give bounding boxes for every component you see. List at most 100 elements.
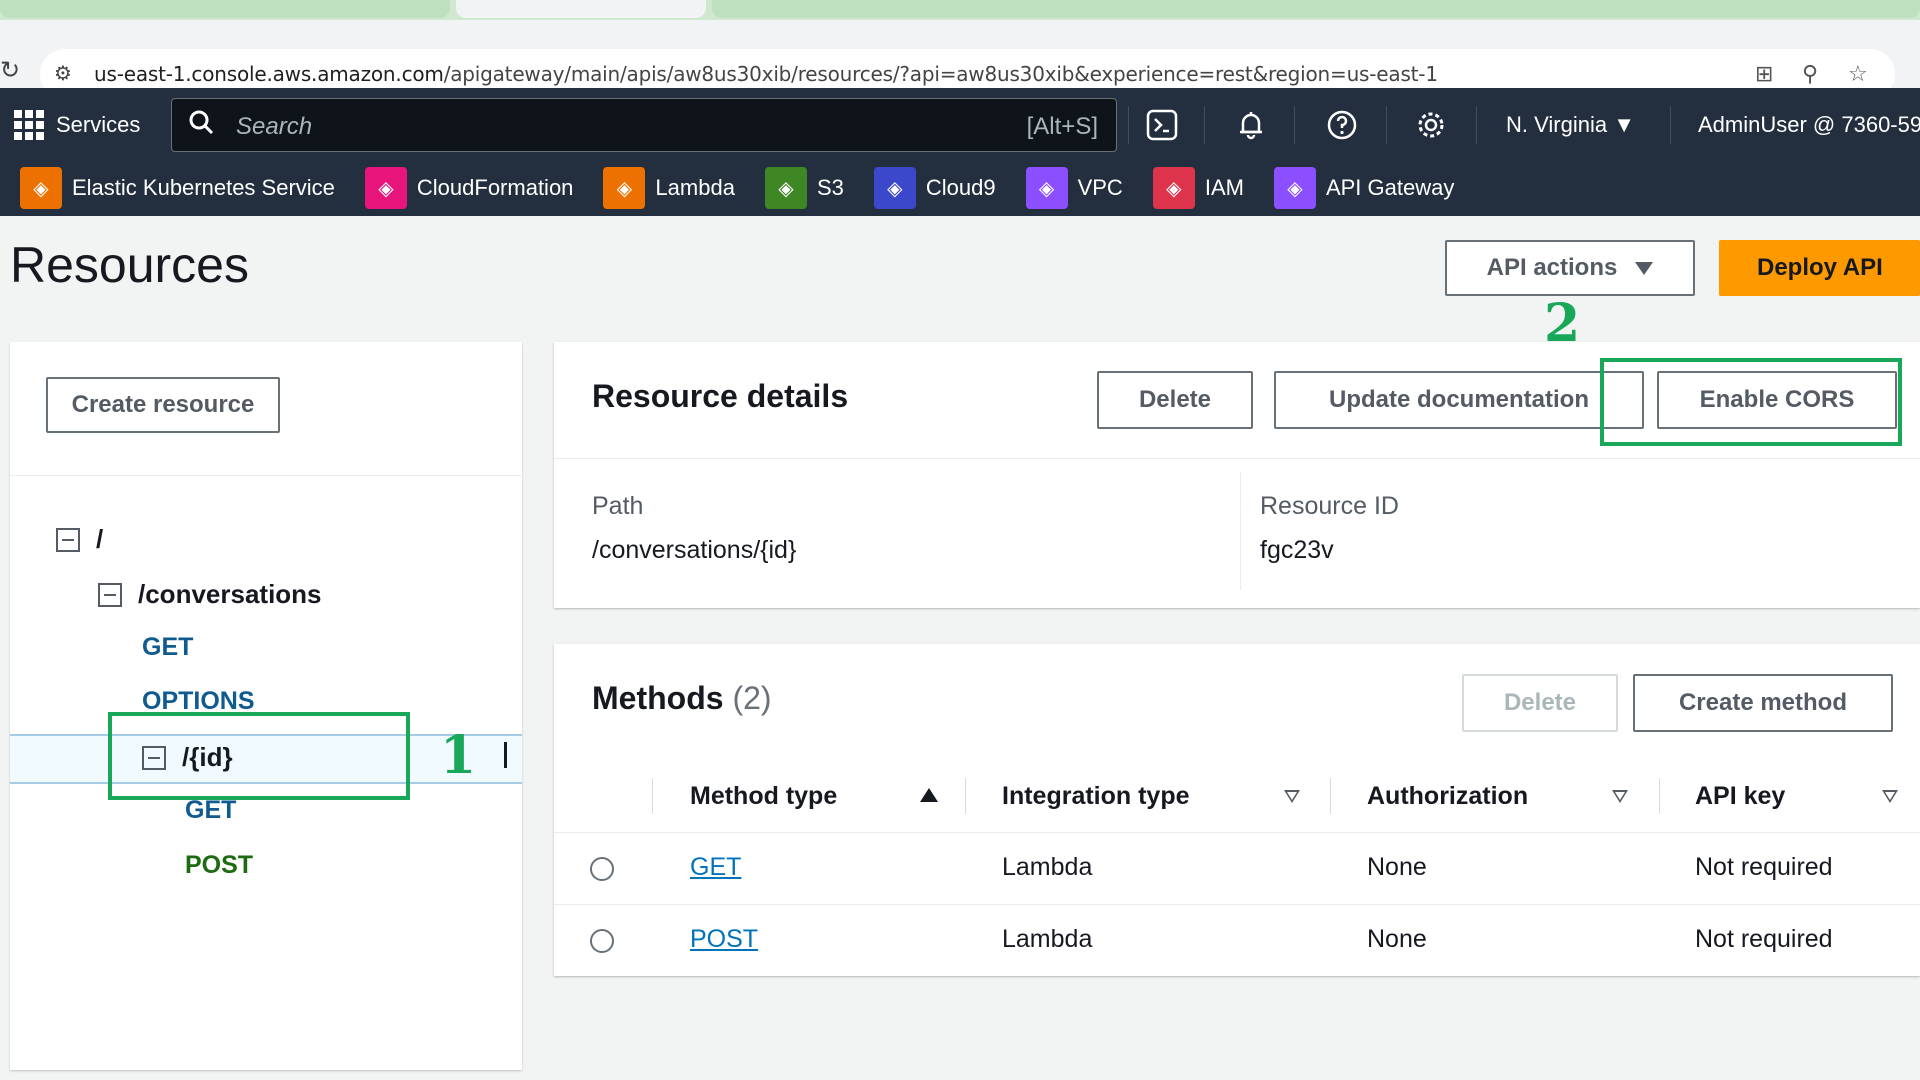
favorite-s3[interactable]: ◈ S3 (764, 167, 844, 209)
search-input[interactable]: Search [Alt+S] (171, 98, 1117, 152)
favorite-lambda[interactable]: ◈ Lambda (603, 167, 735, 209)
browser-address-bar: ↻ ⚙ us-east-1.console.aws.amazon.com/api… (0, 20, 1920, 99)
api-actions-button[interactable]: API actions (1445, 240, 1695, 296)
method-link[interactable]: POST (690, 925, 758, 954)
collapse-icon[interactable] (56, 527, 80, 552)
favorite-label: IAM (1204, 175, 1244, 200)
nav-divider (1386, 106, 1387, 144)
integration-type-cell: Lambda (1002, 853, 1093, 881)
favorite-label: Lambda (655, 175, 735, 200)
services-label: Services (56, 112, 141, 137)
favorite-cloudformation[interactable]: ◈ CloudFormation (364, 167, 573, 209)
delete-method-button[interactable]: Delete (1462, 674, 1618, 732)
sort-ascending-icon[interactable] (920, 788, 938, 802)
favorites-bar: ◈ Elastic Kubernetes Service ◈ CloudFormati… (0, 160, 1920, 216)
divider (10, 475, 522, 476)
api-key-cell: Not required (1695, 853, 1833, 881)
create-method-button[interactable]: Create method (1633, 674, 1893, 732)
divider (554, 458, 1920, 459)
column-separator (652, 778, 653, 814)
favorite-api-gateway[interactable]: ◈ API Gateway (1273, 167, 1455, 209)
column-separator (1659, 778, 1660, 814)
table-row[interactable]: POST Lambda None Not required (554, 904, 1920, 976)
method-label: POST (185, 851, 254, 879)
annotation-number-2: 2 (1544, 293, 1581, 354)
tree-node-conversations[interactable]: /conversations (98, 579, 322, 610)
annotation-number-1: 1 (440, 725, 477, 786)
column-header-authorization[interactable]: Authorization (1367, 760, 1528, 832)
account-menu[interactable]: AdminUser @ 7360-59 (1698, 112, 1920, 138)
column-divider (1240, 472, 1241, 590)
aws-nav-primary: Services Search [Alt+S] N. Virginia ▼ Ad… (0, 88, 1920, 160)
method-link[interactable]: GET (690, 853, 741, 882)
resource-id-label: Resource ID (1260, 492, 1399, 520)
column-header-integration-type[interactable]: Integration type (1002, 760, 1190, 832)
caret-down-icon: ▼ (1613, 112, 1635, 137)
create-resource-button[interactable]: Create resource (46, 377, 280, 433)
vpc-icon: ◈ (1025, 167, 1068, 209)
methods-title: Methods (2) (592, 680, 772, 717)
services-grid-icon (14, 110, 44, 140)
resize-handle[interactable] (504, 742, 507, 768)
row-select-radio[interactable] (590, 857, 614, 881)
column-header-method-type[interactable]: Method type (690, 760, 837, 832)
help-icon[interactable] (1325, 108, 1359, 142)
nav-divider (1476, 106, 1477, 144)
favorite-iam[interactable]: ◈ IAM (1152, 167, 1244, 209)
authorization-cell: None (1367, 853, 1427, 881)
api-key-cell: Not required (1695, 925, 1833, 953)
tree-method-get[interactable]: GET (142, 633, 193, 662)
site-info-icon[interactable]: ⚙ (54, 61, 72, 86)
iam-icon: ◈ (1152, 167, 1195, 209)
browser-tab-active[interactable] (456, 0, 706, 18)
favorite-label: VPC (1077, 175, 1123, 200)
favorite-eks[interactable]: ◈ Elastic Kubernetes Service (20, 167, 335, 209)
notifications-bell-icon[interactable] (1234, 108, 1268, 142)
nav-divider (1128, 106, 1129, 144)
favorite-label: S3 (816, 175, 844, 200)
methods-count: (2) (732, 680, 772, 716)
url-text: us-east-1.console.aws.amazon.com/apigate… (94, 62, 1438, 86)
translate-icon[interactable]: ⊞ (1755, 61, 1773, 87)
favorite-label: API Gateway (1325, 175, 1455, 200)
deploy-api-button[interactable]: Deploy API (1719, 240, 1920, 296)
delete-label: Delete (1138, 386, 1212, 413)
resource-tree-panel: Create resource / /conversations GET OPT… (10, 342, 522, 1070)
favorite-vpc[interactable]: ◈ VPC (1025, 167, 1123, 209)
search-icon (189, 110, 214, 135)
cloudformation-icon: ◈ (364, 167, 407, 209)
services-menu-button[interactable]: Services (14, 110, 140, 140)
delete-label: Delete (1503, 689, 1577, 716)
reload-icon[interactable]: ↻ (0, 56, 20, 85)
table-row[interactable]: GET Lambda None Not required (554, 832, 1920, 904)
cloudshell-icon[interactable] (1145, 108, 1179, 142)
browser-tab[interactable] (0, 0, 450, 18)
sort-icon[interactable] (1284, 790, 1300, 803)
caret-down-icon (1635, 261, 1654, 275)
update-documentation-button[interactable]: Update documentation (1274, 371, 1644, 429)
deploy-api-label: Deploy API (1757, 254, 1883, 281)
tree-method-get[interactable]: GET (185, 796, 236, 825)
row-select-radio[interactable] (590, 929, 614, 953)
sort-icon[interactable] (1612, 790, 1628, 803)
delete-resource-button[interactable]: Delete (1097, 371, 1253, 429)
search-shortcut: [Alt+S] (1026, 113, 1098, 140)
settings-gear-icon[interactable] (1414, 108, 1448, 142)
collapse-icon[interactable] (98, 582, 122, 607)
path-label: Path (592, 492, 644, 520)
tree-method-post[interactable]: POST (185, 851, 253, 880)
resource-id-value: fgc23v (1260, 536, 1334, 564)
favorite-label: Elastic Kubernetes Service (72, 175, 335, 200)
api-gateway-icon: ◈ (1273, 167, 1316, 209)
column-header-api-key[interactable]: API key (1695, 760, 1785, 832)
bookmark-star-icon[interactable]: ☆ (1848, 61, 1868, 87)
favorite-cloud9[interactable]: ◈ Cloud9 (873, 167, 996, 209)
methods-table-header: Method type Integration type Authorizati… (554, 760, 1920, 832)
tree-node-root[interactable]: / (56, 524, 103, 555)
zoom-icon[interactable]: ⚲ (1802, 61, 1818, 87)
column-separator (1330, 778, 1331, 814)
region-selector[interactable]: N. Virginia ▼ (1506, 112, 1635, 138)
browser-tab[interactable] (712, 0, 1920, 18)
tree-node-label: / (96, 524, 104, 554)
sort-icon[interactable] (1882, 790, 1898, 803)
